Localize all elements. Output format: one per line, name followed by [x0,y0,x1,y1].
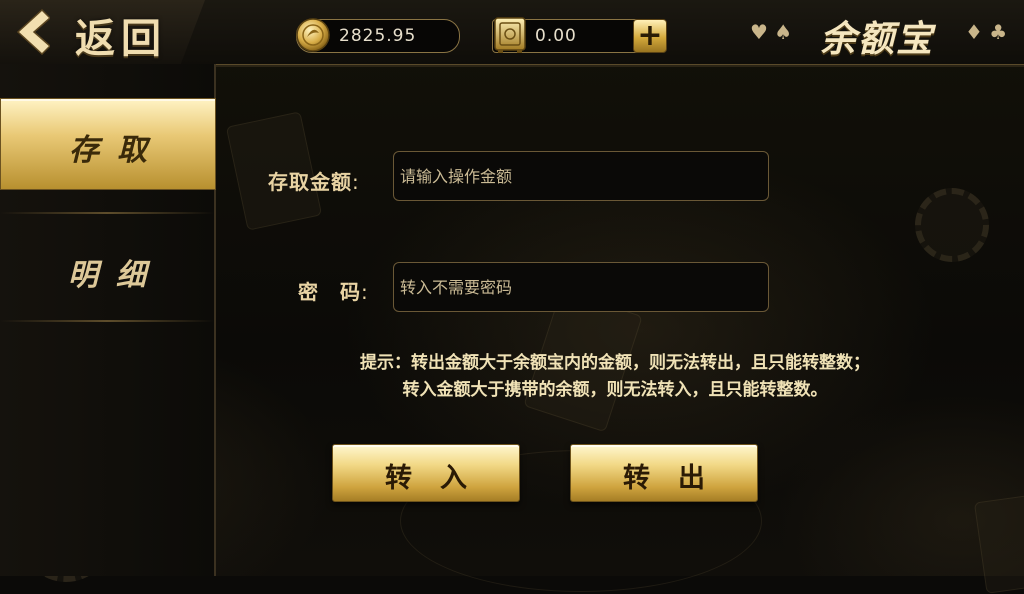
chevron-left-icon [16,8,50,56]
add-funds-button[interactable]: + [633,18,667,53]
safe-icon [494,17,526,53]
plus-icon: + [637,18,663,53]
page-title: 余额宝 [820,19,935,60]
suits-decoration-left: ♥ ♠ [750,20,793,44]
sidebar-item-deposit-withdraw[interactable]: 存取 [0,98,216,190]
hint-text: 提示：转出金额大于余额宝内的金额，则无法转出，且只能转整数； 转入金额大于携带的… [330,350,900,404]
card-decoration [973,494,1024,594]
back-label: 返回 [75,16,167,62]
password-input[interactable] [393,262,769,312]
back-button[interactable]: 返回 [0,0,200,64]
sidebar-item-label: 明细 [68,258,164,293]
amount-label: 存取金额: [268,170,360,194]
amount-input[interactable] [393,151,769,201]
hint-line-1: 提示：转出金额大于余额宝内的金额，则无法转出，且只能转整数； [360,353,870,373]
sidebar: 存取 明细 [0,64,216,576]
coin-icon [296,18,330,52]
coin-balance-value: 2825.95 [339,26,417,46]
transfer-out-label: 转出 [623,463,733,494]
transfer-in-label: 转入 [385,463,495,494]
password-label: 密 码: [298,280,369,304]
coin-balance-display: 2825.95 [296,18,460,53]
chip-decoration [915,188,989,262]
transfer-out-button[interactable]: 转出 [570,444,758,502]
hint-line-2: 转入金额大于携带的余额，则无法转入，且只能转整数。 [402,380,828,400]
transfer-in-button[interactable]: 转入 [332,444,520,502]
sidebar-item-label: 存取 [69,133,165,168]
sidebar-divider [0,320,214,322]
safe-balance-value: 0.00 [535,26,577,46]
suits-decoration-right: ♦ ♣ [965,20,1008,44]
safe-balance-display: 0.00 + [492,17,667,53]
sidebar-item-details[interactable]: 明细 [0,224,214,312]
sidebar-divider [0,212,214,214]
top-bar: 返回 2825.95 0.00 + ♥ ♠ 余额宝 ♦ ♣ [0,0,1024,65]
